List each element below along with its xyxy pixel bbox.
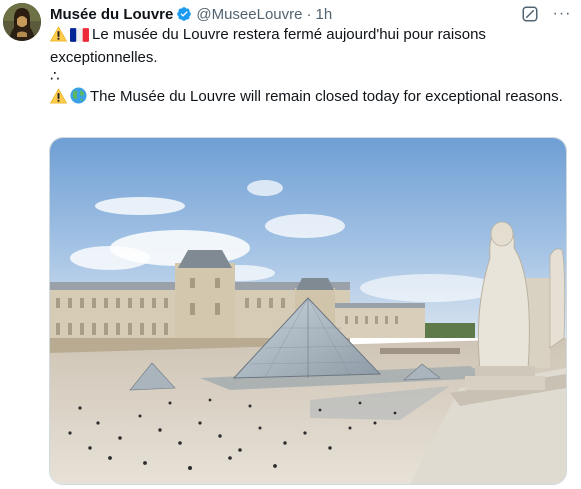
avatar-image <box>3 3 41 41</box>
tweet-actions-top: ··· <box>521 5 571 23</box>
author-name[interactable]: Musée du Louvre <box>50 6 173 23</box>
tweet-header: Musée du Louvre @MuseeLouvre · 1h <box>50 4 541 24</box>
tweet-line-french: Le musée du Louvre restera fermé aujourd… <box>49 25 570 67</box>
avatar[interactable] <box>3 3 41 41</box>
tweet-line-dots: ∴ <box>50 68 60 85</box>
france-flag-emoji <box>70 28 89 48</box>
grok-icon[interactable] <box>521 5 539 23</box>
louvre-photo <box>50 138 566 484</box>
french-text: Le musée du Louvre restera fermé aujourd… <box>50 26 486 66</box>
more-icon[interactable]: ··· <box>553 5 571 23</box>
tweet-text: Le musée du Louvre restera fermé aujourd… <box>49 25 570 110</box>
separator-dot: · <box>306 5 312 23</box>
author-handle[interactable]: @MuseeLouvre <box>196 6 302 23</box>
english-text: The Musée du Louvre will remain closed t… <box>90 87 563 105</box>
globe-emoji <box>70 86 87 110</box>
warning-emoji <box>49 87 68 110</box>
verified-badge-icon <box>176 6 192 22</box>
tweet-time[interactable]: 1h <box>315 6 332 23</box>
tweet-media-image[interactable] <box>49 137 567 485</box>
tweet-line-english: The Musée du Louvre will remain closed t… <box>49 86 570 110</box>
warning-emoji <box>49 26 68 48</box>
